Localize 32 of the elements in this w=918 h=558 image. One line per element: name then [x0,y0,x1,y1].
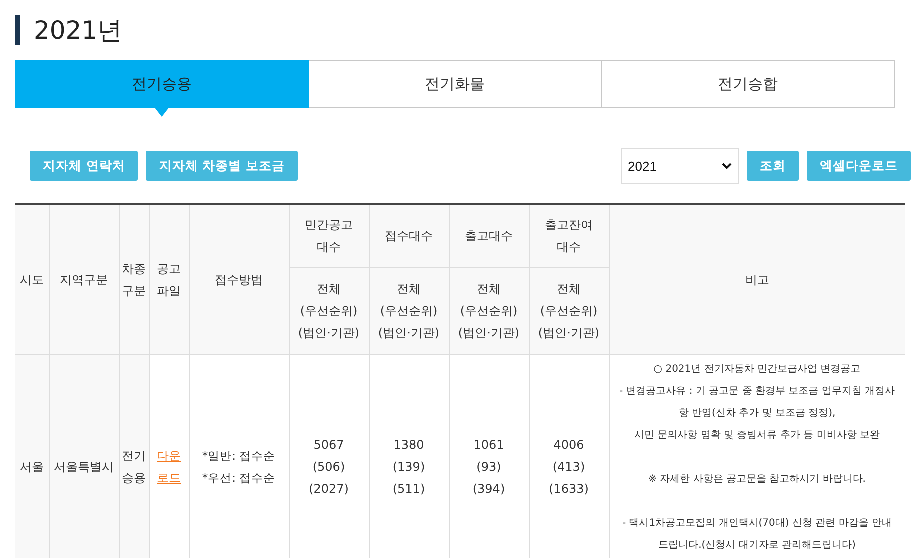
column-header: 출고대수 [449,204,529,268]
column-subheader: 전체 (우선순위) (법인·기관) [289,268,369,354]
download-link[interactable]: 다운로드 [156,445,182,489]
column-header: 비고 [609,204,905,354]
remark-text: - 택시1차공고모집의 개인택시(70대) 신청 관련 마감을 안내 드립니다.(신청시 대기자로 관리해드립니다) [621,517,894,553]
action-button[interactable]: 엑셀다운로드 [807,151,911,181]
chevron-down-icon [722,162,732,170]
column-subheader: 전체 (우선순위) (법인·기관) [529,268,609,354]
title-accent-bar [15,15,20,45]
column-header: 차종 구분 [119,204,149,354]
page-title: 2021년 [34,14,123,46]
tab[interactable]: 전기승합 [602,60,895,108]
column-subheader: 전체 (우선순위) (법인·기관) [369,268,449,354]
column-header: 지역구분 [49,204,119,354]
remark-text: ※ 자세한 사항은 공고문을 참고하시기 바랍니다. [648,473,867,487]
column-header: 민간공고 대수 [289,204,369,268]
pointer-icon [155,108,169,117]
column-header: 출고잔여 대수 [529,204,609,268]
action-button[interactable]: 조회 [747,151,799,181]
column-subheader: 전체 (우선순위) (법인·기관) [449,268,529,354]
year-select[interactable]: 2021 [621,148,739,184]
action-button[interactable]: 지자체 차종별 보조금 [146,151,298,181]
column-header: 접수대수 [369,204,449,268]
remark-text: ○ 2021년 전기자동차 민간보급사업 변경공고 - 변경공고사유 : 기 공고문 중 환경부 보조금 업무지침 개정사 항 반영(신차 추가 및 보조금 정정), 시민 문의사항 명확 및 증빙서류 추가 등 미비사항 보완 [618,363,896,443]
action-button[interactable]: 지자체 연락처 [30,151,138,181]
table-cell: 전기 승용 [119,354,149,558]
tab[interactable]: 전기화물 [309,60,602,108]
table-cell: 서울특별시 [49,354,119,558]
column-header: 시도 [15,204,49,354]
table-cell: 서울 [15,354,49,558]
column-header: 공고 파일 [149,204,189,354]
column-header: 접수방법 [189,204,289,354]
